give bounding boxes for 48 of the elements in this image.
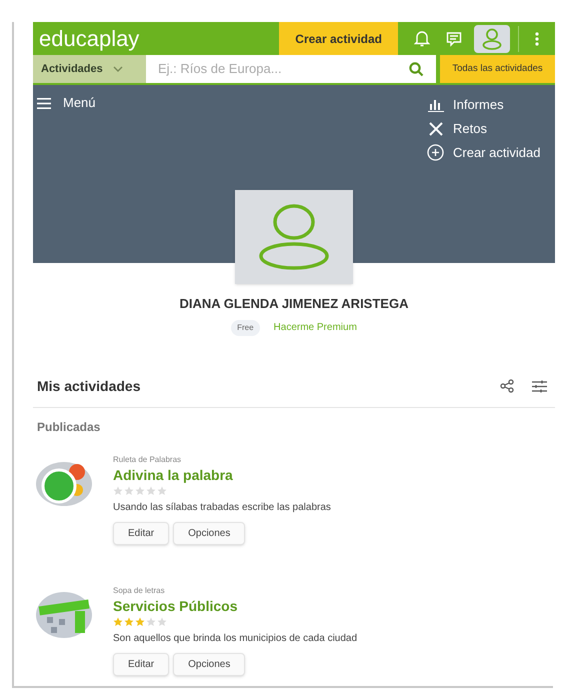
avatar-button[interactable] (474, 24, 510, 52)
user-icon (482, 28, 502, 50)
all-activities-button[interactable]: Todas las actividades (440, 55, 555, 83)
star-icon (157, 616, 167, 626)
user-name: DIANA GLENDA JIMENEZ ARISTEGA (178, 295, 410, 313)
star-icon (146, 486, 156, 496)
activity-description: Son aquellos que brinda los municipios de cada ciudad (113, 632, 358, 646)
bar-chart-icon (428, 98, 444, 112)
banner-link[interactable]: Informes (427, 95, 551, 114)
bell-icon[interactable] (414, 30, 430, 47)
share-icon[interactable] (500, 379, 514, 393)
activity-button[interactable]: Opciones (173, 652, 246, 676)
activity-description: Usando las sílabas trabadas escribe las palabras (113, 500, 331, 514)
activity-type: Sopa de letras (113, 584, 166, 596)
menu-icon (37, 98, 51, 108)
star-icon (135, 616, 145, 626)
star-icon (146, 616, 156, 626)
star-icon (157, 486, 167, 496)
star-icon (113, 486, 123, 496)
plan-badge: Free (231, 320, 260, 336)
section-title: Mis actividades (37, 376, 140, 396)
search-icon[interactable] (409, 62, 424, 76)
plus-circle-icon (427, 144, 444, 161)
search-bar[interactable]: Ej.: Ríos de Europa... (146, 55, 436, 83)
banner-link[interactable]: Retos (427, 119, 551, 138)
star-icon (135, 486, 145, 496)
activity-button[interactable]: Opciones (173, 522, 246, 544)
activity-button[interactable]: Editar (113, 522, 170, 544)
search-field[interactable]: Ej.: Ríos de Europa... (158, 59, 409, 79)
create-activity-button[interactable]: Crear actividad (279, 22, 398, 55)
star-icon (124, 486, 134, 496)
chat-icon[interactable] (446, 30, 462, 46)
activity-title[interactable]: Adivina la palabra (113, 466, 331, 484)
banner-link[interactable]: Crear actividad (427, 143, 551, 162)
more-vertical-icon[interactable] (535, 32, 539, 46)
subsection-title: Publicadas (36, 418, 102, 436)
activity-title[interactable]: Servicios Públicos (113, 596, 358, 616)
chevron-down-icon (112, 66, 123, 72)
sliders-icon[interactable] (532, 380, 547, 392)
star-icon (113, 616, 123, 626)
category-dropdown[interactable]: Actividades (33, 55, 146, 83)
star-icon (124, 616, 134, 626)
roulette-icon (35, 460, 93, 508)
activity-button[interactable]: Editar (113, 652, 170, 676)
user-icon (259, 204, 329, 270)
activity-type: Ruleta de Palabras (113, 454, 182, 466)
word-grid-icon (35, 590, 93, 638)
menu-button[interactable]: Menú (37, 95, 96, 111)
